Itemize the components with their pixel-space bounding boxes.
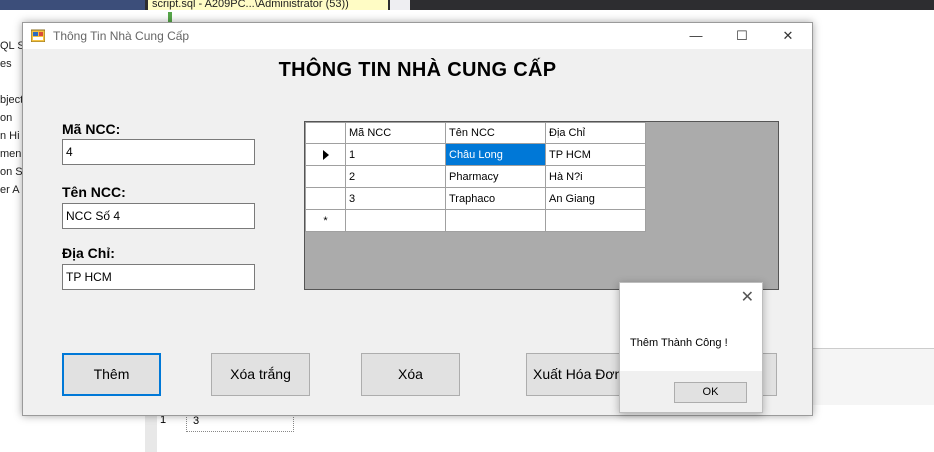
message-text: Thêm Thành Công ! [630,337,728,349]
ma-ncc-input[interactable]: 4 [62,139,255,165]
window-title: Thông Tin Nhà Cung Cấp [53,29,190,43]
grid-cell[interactable]: Pharmacy [445,165,546,188]
ten-ncc-label: Tên NCC: [62,184,126,200]
grid-cell[interactable]: Traphaco [445,187,546,210]
explorer-node[interactable]: es [0,58,12,70]
explorer-node[interactable]: on [0,112,12,124]
explorer-node[interactable]: bject [0,94,23,106]
dia-chi-label: Địa Chỉ: [62,245,115,261]
minimize-button[interactable]: — [673,23,719,49]
column-header-ma-ncc[interactable]: Mã NCC [345,122,446,144]
table-row[interactable]: 2 Pharmacy Hà N?i [305,165,646,188]
xoa-button[interactable]: Xóa [361,353,460,396]
dia-chi-input[interactable]: TP HCM [62,264,255,290]
explorer-node[interactable]: n Hi [0,130,20,142]
maximize-button[interactable]: ☐ [719,23,765,49]
grid-cell[interactable]: TP HCM [545,143,646,166]
editor-change-indicator [168,12,172,22]
explorer-node[interactable]: QL S [0,40,25,52]
row-header[interactable] [305,165,346,188]
new-row-marker[interactable]: * [305,209,346,232]
explorer-node[interactable]: men [0,148,21,160]
form-heading: THÔNG TIN NHÀ CUNG CẤP [278,59,557,81]
ide-tab-script[interactable]: script.sql - A209PC...\Administrator (53… [148,0,388,10]
window-titlebar[interactable]: Thông Tin Nhà Cung Cấp — ☐ ✕ [23,23,812,49]
explorer-node[interactable]: er A [0,184,20,196]
column-header-ten-ncc[interactable]: Tên NCC [445,122,546,144]
grid-cell[interactable] [345,209,446,232]
xoa-trang-button[interactable]: Xóa trắng [211,353,310,396]
grid-corner-cell[interactable] [305,122,346,144]
table-row[interactable]: 1 Châu Long TP HCM [305,143,646,166]
grid-cell[interactable]: An Giang [545,187,646,210]
current-row-arrow-icon [322,149,329,160]
grid-cell[interactable] [445,209,546,232]
column-header-dia-chi[interactable]: Địa Chỉ [545,122,646,144]
ma-ncc-label: Mã NCC: [62,121,121,137]
row-header[interactable] [305,187,346,210]
message-box: ✕ Thêm Thành Công ! OK [619,282,763,413]
supplier-data-grid[interactable]: Mã NCC Tên NCC Địa Chỉ 1 Châu Long TP HC… [304,121,779,290]
app-icon [31,29,45,42]
table-row[interactable]: 3 Traphaco An Giang [305,187,646,210]
grid-cell[interactable]: Hà N?i [545,165,646,188]
message-ok-button[interactable]: OK [674,382,747,403]
them-button[interactable]: Thêm [62,353,161,396]
ide-tab-close[interactable] [390,0,410,10]
message-close-button[interactable]: ✕ [741,287,754,307]
grid-cell-selected[interactable]: Châu Long [445,143,546,166]
explorer-node[interactable]: on S [0,166,23,178]
grid-cell[interactable]: 3 [345,187,446,210]
grid-header-row: Mã NCC Tên NCC Địa Chỉ [305,122,646,144]
grid-cell[interactable] [545,209,646,232]
row-header-current[interactable] [305,143,346,166]
grid-cell[interactable]: 1 [345,143,446,166]
ide-explorer-toolbar [0,0,145,10]
close-button[interactable]: ✕ [765,23,811,49]
new-row[interactable]: * [305,209,646,232]
grid-cell[interactable]: 2 [345,165,446,188]
ten-ncc-input[interactable]: NCC Số 4 [62,203,255,229]
